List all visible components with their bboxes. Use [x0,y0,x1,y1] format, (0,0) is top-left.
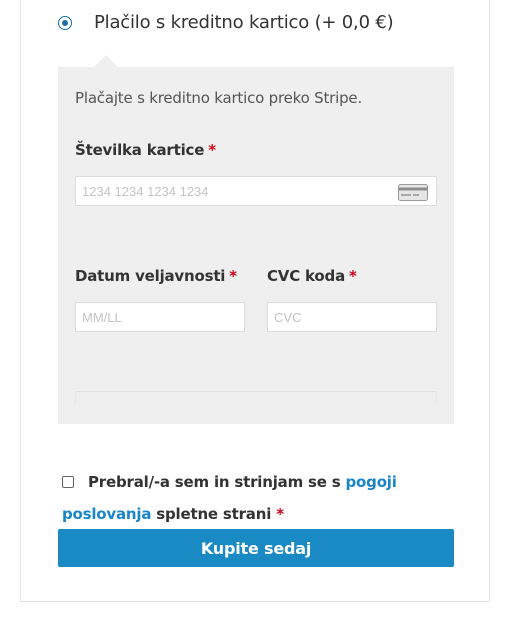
cvc-label-text: CVC koda [267,267,345,285]
radio-selected-dot [62,19,68,26]
credit-card-icon [398,184,428,201]
stripe-description: Plačajte s kreditno kartico preko Stripe… [75,89,363,107]
required-marker: * [349,267,357,285]
cvc-label: CVC koda * [267,267,357,285]
panel-divider [75,391,437,405]
panel-notch [94,55,118,67]
payment-method-radio[interactable] [58,15,72,30]
cvc-input[interactable] [268,303,436,331]
expiry-label: Datum veljavnosti * [75,267,237,285]
buy-now-button[interactable]: Kupite sedaj [58,529,454,567]
expiry-field[interactable] [75,302,245,332]
cvc-field[interactable] [267,302,437,332]
expiry-input[interactable] [76,303,244,331]
stripe-payment-panel: Plačajte s kreditno kartico preko Stripe… [58,55,454,424]
card-number-field[interactable] [75,176,437,206]
terms-text-after: spletne strani [151,505,272,523]
terms-agreement: Prebral/-a sem in strinjam se s pogoji p… [62,466,462,530]
payment-method-label: Plačilo s kreditno kartico (+ 0,0 €) [94,12,394,33]
required-marker: * [276,505,284,523]
card-number-label-text: Številka kartice [75,141,205,159]
required-marker: * [208,141,216,159]
terms-checkbox[interactable] [62,476,74,488]
expiry-label-text: Datum veljavnosti [75,267,226,285]
payment-method-credit-card[interactable]: Plačilo s kreditno kartico (+ 0,0 €) [58,12,394,33]
card-number-label: Številka kartice * [75,141,216,159]
terms-text-before: Prebral/-a sem in strinjam se s [88,473,346,491]
card-number-input[interactable] [76,177,436,205]
required-marker: * [229,267,237,285]
